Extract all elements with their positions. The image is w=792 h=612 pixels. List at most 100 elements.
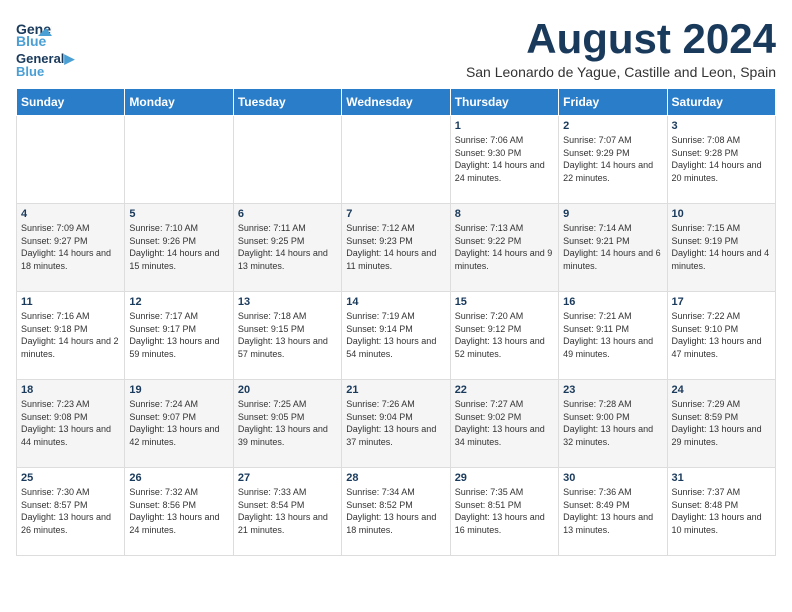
calendar-cell: 11 Sunrise: 7:16 AM Sunset: 9:18 PM Dayli… [17,292,125,380]
day-number: 28 [346,472,445,484]
day-number: 7 [346,208,445,220]
day-number: 12 [129,296,228,308]
calendar-cell: 25 Sunrise: 7:30 AM Sunset: 8:57 PM Dayli… [17,468,125,556]
day-info: Sunrise: 7:09 AM Sunset: 9:27 PM Dayligh… [21,222,120,272]
day-info: Sunrise: 7:07 AM Sunset: 9:29 PM Dayligh… [563,134,662,184]
day-info: Sunrise: 7:06 AM Sunset: 9:30 PM Dayligh… [455,134,554,184]
day-number: 8 [455,208,554,220]
calendar-cell: 6Sunrise: 7:11 AM Sunset: 9:25 PM Daylig… [233,204,341,292]
calendar-cell: 5 Sunrise: 7:10 AM Sunset: 9:26 PM Daylig… [125,204,233,292]
day-number: 4 [21,208,120,220]
calendar-cell: 21 Sunrise: 7:26 AM Sunset: 9:04 PM Dayli… [342,380,450,468]
page-header: General Blue General▶ Blue August 2024 S… [16,16,776,80]
calendar-cell: 31 Sunrise: 7:37 AM Sunset: 8:48 PM Dayli… [667,468,775,556]
day-info: Sunrise: 7:26 AM Sunset: 9:04 PM Dayligh… [346,398,445,448]
day-info: Sunrise: 7:10 AM Sunset: 9:26 PM Dayligh… [129,222,228,272]
day-number: 17 [672,296,771,308]
day-info: Sunrise: 7:20 AM Sunset: 9:12 PM Dayligh… [455,310,554,360]
day-info: Sunrise: 7:23 AM Sunset: 9:08 PM Dayligh… [21,398,120,448]
day-number: 2 [563,120,662,132]
calendar-week-2: 4 Sunrise: 7:09 AM Sunset: 9:27 PM Daylig… [17,204,776,292]
weekday-header-tuesday: Tuesday [233,89,341,116]
weekday-header-wednesday: Wednesday [342,89,450,116]
day-info: Sunrise: 7:27 AM Sunset: 9:02 PM Dayligh… [455,398,554,448]
calendar-week-1: 1Sunrise: 7:06 AM Sunset: 9:30 PM Daylig… [17,116,776,204]
title-block: August 2024 San Leonardo de Yague, Casti… [466,16,776,80]
day-number: 25 [21,472,120,484]
calendar-week-3: 11 Sunrise: 7:16 AM Sunset: 9:18 PM Dayli… [17,292,776,380]
subtitle: San Leonardo de Yague, Castille and Leon… [466,64,776,80]
day-info: Sunrise: 7:16 AM Sunset: 9:18 PM Dayligh… [21,310,120,360]
day-number: 29 [455,472,554,484]
calendar-cell: 27 Sunrise: 7:33 AM Sunset: 8:54 PM Dayli… [233,468,341,556]
calendar-cell: 7 Sunrise: 7:12 AM Sunset: 9:23 PM Daylig… [342,204,450,292]
day-number: 6 [238,208,337,220]
weekday-header-monday: Monday [125,89,233,116]
day-number: 20 [238,384,337,396]
day-number: 10 [672,208,771,220]
calendar-cell: 10Sunrise: 7:15 AM Sunset: 9:19 PM Dayli… [667,204,775,292]
day-info: Sunrise: 7:14 AM Sunset: 9:21 PM Dayligh… [563,222,662,272]
calendar-cell: 20 Sunrise: 7:25 AM Sunset: 9:05 PM Dayli… [233,380,341,468]
logo: General Blue General▶ Blue [16,16,74,78]
day-info: Sunrise: 7:30 AM Sunset: 8:57 PM Dayligh… [21,486,120,536]
weekday-header-thursday: Thursday [450,89,558,116]
day-info: Sunrise: 7:28 AM Sunset: 9:00 PM Dayligh… [563,398,662,448]
calendar-cell: 18 Sunrise: 7:23 AM Sunset: 9:08 PM Dayli… [17,380,125,468]
day-number: 31 [672,472,771,484]
calendar-cell: 14 Sunrise: 7:19 AM Sunset: 9:14 PM Dayli… [342,292,450,380]
calendar-cell: 4 Sunrise: 7:09 AM Sunset: 9:27 PM Daylig… [17,204,125,292]
day-number: 30 [563,472,662,484]
day-info: Sunrise: 7:24 AM Sunset: 9:07 PM Dayligh… [129,398,228,448]
weekday-header-friday: Friday [559,89,667,116]
weekday-header-row: SundayMondayTuesdayWednesdayThursdayFrid… [17,89,776,116]
calendar-cell: 15 Sunrise: 7:20 AM Sunset: 9:12 PM Dayli… [450,292,558,380]
day-info: Sunrise: 7:35 AM Sunset: 8:51 PM Dayligh… [455,486,554,536]
calendar-cell: 17Sunrise: 7:22 AM Sunset: 9:10 PM Dayli… [667,292,775,380]
day-number: 3 [672,120,771,132]
day-info: Sunrise: 7:18 AM Sunset: 9:15 PM Dayligh… [238,310,337,360]
day-info: Sunrise: 7:12 AM Sunset: 9:23 PM Dayligh… [346,222,445,272]
calendar-cell: 26 Sunrise: 7:32 AM Sunset: 8:56 PM Dayli… [125,468,233,556]
day-number: 26 [129,472,228,484]
day-info: Sunrise: 7:33 AM Sunset: 8:54 PM Dayligh… [238,486,337,536]
calendar-cell: 22 Sunrise: 7:27 AM Sunset: 9:02 PM Dayli… [450,380,558,468]
weekday-header-saturday: Saturday [667,89,775,116]
day-number: 23 [563,384,662,396]
day-info: Sunrise: 7:29 AM Sunset: 8:59 PM Dayligh… [672,398,771,448]
calendar-cell: 9Sunrise: 7:14 AM Sunset: 9:21 PM Daylig… [559,204,667,292]
day-info: Sunrise: 7:25 AM Sunset: 9:05 PM Dayligh… [238,398,337,448]
day-number: 21 [346,384,445,396]
calendar-cell: 12 Sunrise: 7:17 AM Sunset: 9:17 PM Dayli… [125,292,233,380]
day-number: 15 [455,296,554,308]
calendar-cell: 23 Sunrise: 7:28 AM Sunset: 9:00 PM Dayli… [559,380,667,468]
day-number: 11 [21,296,120,308]
day-number: 22 [455,384,554,396]
month-title: August 2024 [466,16,776,62]
calendar-week-5: 25 Sunrise: 7:30 AM Sunset: 8:57 PM Dayli… [17,468,776,556]
day-info: Sunrise: 7:13 AM Sunset: 9:22 PM Dayligh… [455,222,554,272]
calendar-cell [125,116,233,204]
day-info: Sunrise: 7:21 AM Sunset: 9:11 PM Dayligh… [563,310,662,360]
logo-icon: General Blue [16,16,52,52]
calendar-cell: 16 Sunrise: 7:21 AM Sunset: 9:11 PM Dayli… [559,292,667,380]
calendar-cell [342,116,450,204]
calendar-cell: 2 Sunrise: 7:07 AM Sunset: 9:29 PM Daylig… [559,116,667,204]
day-number: 14 [346,296,445,308]
day-info: Sunrise: 7:19 AM Sunset: 9:14 PM Dayligh… [346,310,445,360]
day-info: Sunrise: 7:37 AM Sunset: 8:48 PM Dayligh… [672,486,771,536]
day-info: Sunrise: 7:08 AM Sunset: 9:28 PM Dayligh… [672,134,771,184]
day-info: Sunrise: 7:17 AM Sunset: 9:17 PM Dayligh… [129,310,228,360]
day-number: 5 [129,208,228,220]
day-info: Sunrise: 7:32 AM Sunset: 8:56 PM Dayligh… [129,486,228,536]
day-info: Sunrise: 7:34 AM Sunset: 8:52 PM Dayligh… [346,486,445,536]
day-number: 16 [563,296,662,308]
calendar-week-4: 18 Sunrise: 7:23 AM Sunset: 9:08 PM Dayli… [17,380,776,468]
day-number: 18 [21,384,120,396]
calendar-cell: 3 Sunrise: 7:08 AM Sunset: 9:28 PM Daylig… [667,116,775,204]
weekday-header-sunday: Sunday [17,89,125,116]
calendar-cell: 13Sunrise: 7:18 AM Sunset: 9:15 PM Dayli… [233,292,341,380]
calendar-table: SundayMondayTuesdayWednesdayThursdayFrid… [16,88,776,556]
day-number: 24 [672,384,771,396]
day-number: 27 [238,472,337,484]
